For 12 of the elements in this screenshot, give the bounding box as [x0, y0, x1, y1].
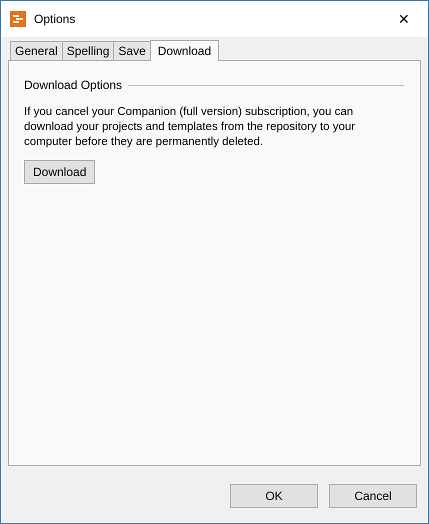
- window-title: Options: [34, 11, 76, 28]
- download-button[interactable]: Download: [24, 160, 96, 184]
- app-logo-icon: [10, 11, 26, 27]
- description-text: If you cancel your Companion (full version) subscription, you can download your projects and templates from the repository to your computer before they are permanently deleted.: [24, 105, 356, 150]
- dialog-button[interactable]: OK: [230, 484, 318, 508]
- tab[interactable]: General: [10, 41, 63, 60]
- tab[interactable]: Spelling: [62, 41, 114, 60]
- tab[interactable]: Save: [113, 41, 151, 60]
- close-button[interactable]: ✕: [389, 7, 419, 31]
- group-title: Download Options: [24, 77, 122, 94]
- dialog-button[interactable]: Cancel: [329, 484, 417, 508]
- tab[interactable]: Download: [150, 40, 220, 61]
